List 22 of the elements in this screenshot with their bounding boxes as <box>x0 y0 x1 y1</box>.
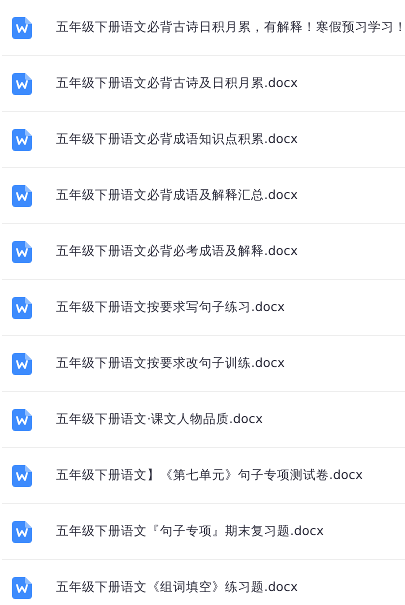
word-document-icon <box>12 576 32 598</box>
file-name[interactable]: 五年级下册语文按要求改句子训练.docx <box>56 354 285 373</box>
word-document-icon <box>12 72 32 94</box>
file-name[interactable]: 五年级下册语文·课文人物品质.docx <box>56 410 263 429</box>
file-name[interactable]: 五年级下册语文必背成语知识点积累.docx <box>56 130 298 149</box>
file-name[interactable]: 五年级下册语文必背古诗及日积月累.docx <box>56 74 298 93</box>
word-document-icon <box>12 296 32 318</box>
file-name[interactable]: 五年级下册语文必背必考成语及解释.docx <box>56 242 298 261</box>
word-document-icon <box>12 184 32 206</box>
word-document-icon <box>12 352 32 374</box>
word-document-icon <box>12 520 32 542</box>
word-document-icon <box>12 128 32 150</box>
file-name[interactable]: 五年级下册语文】《第七单元》句子专项测试卷.docx <box>56 466 363 485</box>
word-document-icon <box>12 240 32 262</box>
file-name[interactable]: 五年级下册语文『句子专项』期末复习题.docx <box>56 522 324 541</box>
file-name[interactable]: 五年级下册语文按要求写句子练习.docx <box>56 298 285 317</box>
file-name[interactable]: 五年级下册语文《组词填空》练习题.docx <box>56 578 298 597</box>
word-document-icon <box>12 16 32 38</box>
word-document-icon <box>12 464 32 486</box>
file-name[interactable]: 五年级下册语文必背古诗日积月累，有解释！寒假预习学习！ <box>56 18 405 37</box>
word-document-icon <box>12 408 32 430</box>
file-name[interactable]: 五年级下册语文必背成语及解释汇总.docx <box>56 186 298 205</box>
